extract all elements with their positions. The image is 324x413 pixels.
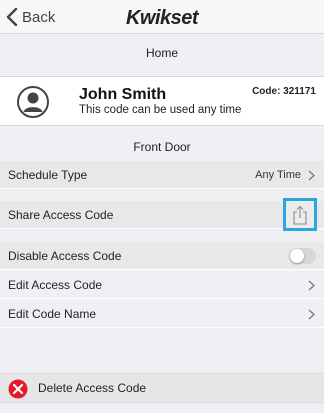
brand-logo: Kwikset <box>125 7 199 29</box>
edit-access-code-row[interactable]: Edit Access Code <box>0 271 324 299</box>
disable-access-code-toggle[interactable] <box>289 248 316 264</box>
share-access-code-label: Share Access Code <box>8 207 114 222</box>
schedule-type-row[interactable]: Schedule Type Any Time <box>0 161 324 189</box>
schedule-type-value: Any Time <box>255 168 301 181</box>
home-header: Home <box>145 46 178 60</box>
user-name: John Smith <box>79 86 167 103</box>
toggle-knob <box>290 249 304 263</box>
user-info-row: John Smith This code can be used any tim… <box>0 76 324 126</box>
disable-access-code-label: Disable Access Code <box>8 248 122 263</box>
share-icon <box>293 205 307 225</box>
access-code-label: Code: 321171 <box>252 86 316 97</box>
chevron-right-icon <box>308 280 315 291</box>
user-description: This code can be used any time <box>79 104 242 116</box>
navigation-bar: Back Kwikset <box>0 0 324 34</box>
delete-access-code-row[interactable]: Delete Access Code <box>0 373 324 403</box>
edit-code-name-row[interactable]: Edit Code Name <box>0 300 324 328</box>
share-button[interactable] <box>283 198 317 231</box>
share-access-code-row[interactable]: Share Access Code <box>0 198 324 231</box>
door-header: Front Door <box>133 140 191 154</box>
chevron-right-icon <box>308 309 315 320</box>
edit-code-name-label: Edit Code Name <box>8 306 97 321</box>
edit-access-code-label: Edit Access Code <box>8 277 103 292</box>
chevron-right-icon <box>308 170 315 181</box>
schedule-type-label: Schedule Type <box>8 167 88 182</box>
delete-x-icon <box>8 379 28 399</box>
disable-access-code-row: Disable Access Code <box>0 242 324 270</box>
delete-access-code-label: Delete Access Code <box>38 381 147 395</box>
user-avatar-icon <box>17 86 49 118</box>
